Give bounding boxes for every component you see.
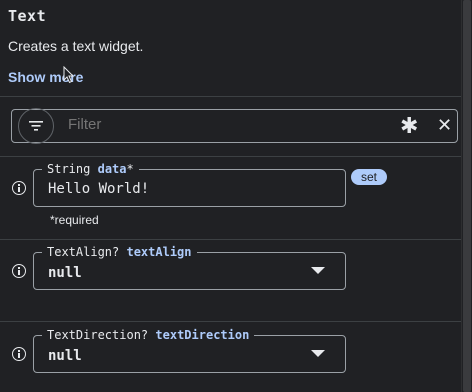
dropdown-arrow-icon (311, 267, 325, 274)
filter-list-button[interactable] (18, 108, 54, 144)
text-align-dropdown[interactable]: TextAlign? textAlign null (33, 245, 346, 290)
data-text-field[interactable]: String data* Hello World! (33, 162, 346, 207)
filter-bar: ✱ ✕ (11, 108, 458, 144)
widget-title: Text (8, 7, 47, 25)
field-value: null (48, 265, 82, 281)
clear-filter-icon[interactable]: ✕ (437, 115, 452, 136)
divider (0, 321, 462, 322)
field-label: String data* (42, 162, 139, 176)
info-icon[interactable] (12, 181, 26, 195)
divider (0, 239, 462, 240)
info-icon[interactable] (12, 264, 26, 278)
text-direction-dropdown[interactable]: TextDirection? textDirection null (33, 328, 346, 373)
set-badge[interactable]: set (351, 169, 387, 185)
field-value: null (48, 348, 82, 364)
info-icon[interactable] (12, 347, 26, 361)
dropdown-arrow-icon (311, 350, 325, 357)
field-label: TextDirection? textDirection (42, 328, 255, 342)
widget-description: Creates a text widget. (8, 38, 144, 54)
required-note: *required (50, 213, 99, 227)
scrollbar-thumb[interactable] (463, 0, 471, 392)
filter-list-icon (29, 121, 43, 131)
scrollbar[interactable] (461, 0, 472, 392)
divider (0, 156, 462, 157)
divider (0, 96, 462, 97)
mouse-cursor-icon (63, 66, 75, 84)
required-filter-asterisk-icon[interactable]: ✱ (400, 113, 418, 139)
field-value: Hello World! (48, 181, 150, 197)
filter-input[interactable] (68, 116, 368, 133)
field-label: TextAlign? textAlign (42, 245, 197, 259)
